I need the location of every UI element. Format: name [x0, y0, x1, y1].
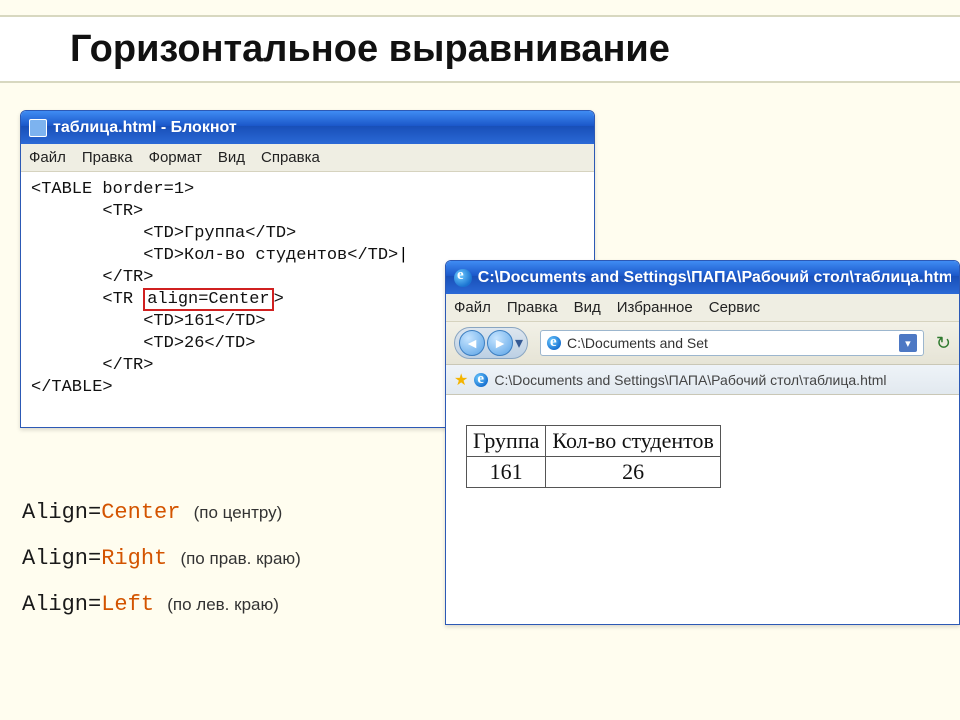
legend-value-left: Left	[101, 592, 154, 617]
ie-menu-view[interactable]: Вид	[574, 299, 601, 316]
ie-menu-favorites[interactable]: Избранное	[617, 299, 693, 316]
table-cell: Кол-во студентов	[546, 426, 720, 457]
table-row: 161 26	[467, 457, 721, 488]
legend-note: (по прав. краю)	[180, 549, 300, 568]
table-row: Группа Кол-во студентов	[467, 426, 721, 457]
back-button[interactable]: ◄	[459, 330, 485, 356]
code-line: <TD>161</TD>	[31, 312, 266, 331]
chevron-down-icon[interactable]: ▾	[515, 333, 523, 353]
notepad-menubar: Файл Правка Формат Вид Справка	[21, 144, 594, 172]
legend-attr: Align=	[22, 500, 101, 525]
legend-note: (по центру)	[194, 503, 283, 522]
ie-window: C:\Documents and Settings\ПАПА\Рабочий с…	[445, 260, 960, 625]
ie-content: Группа Кол-во студентов 161 26	[446, 395, 959, 624]
code-line: <TD>26</TD>	[31, 334, 255, 353]
ie-menu-file[interactable]: Файл	[454, 299, 491, 316]
ie-menu-tools[interactable]: Сервис	[709, 299, 760, 316]
notepad-menu-help[interactable]: Справка	[261, 149, 320, 166]
ie-menu-edit[interactable]: Правка	[507, 299, 558, 316]
rendered-table: Группа Кол-во студентов 161 26	[466, 425, 721, 488]
notepad-title-text: таблица.html - Блокнот	[53, 119, 237, 137]
code-line: >	[274, 290, 284, 309]
code-line: </TR>	[31, 356, 153, 375]
forward-button[interactable]: ►	[487, 330, 513, 356]
ie-toolbar: ◄ ► ▾ C:\Documents and Set ▾ ↻	[446, 322, 959, 365]
ie-titlebar[interactable]: C:\Documents and Settings\ПАПА\Рабочий с…	[446, 261, 959, 294]
notepad-menu-file[interactable]: Файл	[29, 149, 66, 166]
code-line: </TABLE>	[31, 378, 113, 397]
ie-title-text: C:\Documents and Settings\ПАПА\Рабочий с…	[478, 269, 951, 287]
table-cell: 26	[546, 457, 720, 488]
table-cell: Группа	[467, 426, 546, 457]
legend-row-left: Align=Left (по лев. краю)	[22, 582, 301, 628]
legend-attr: Align=	[22, 546, 101, 571]
ie-linkbar: ★ C:\Documents and Settings\ПАПА\Рабочий…	[446, 365, 959, 395]
legend-note: (по лев. краю)	[167, 595, 279, 614]
notepad-titlebar[interactable]: таблица.html - Блокнот	[21, 111, 594, 144]
legend-attr: Align=	[22, 592, 101, 617]
refresh-icon[interactable]: ↻	[936, 333, 951, 354]
ie-icon	[547, 336, 561, 350]
text-cursor: |	[398, 246, 408, 265]
address-bar[interactable]: C:\Documents and Set ▾	[540, 330, 924, 356]
code-line: <TR	[31, 290, 143, 309]
address-text: C:\Documents and Set	[567, 335, 708, 351]
slide-title: Горизонтальное выравнивание	[0, 15, 960, 83]
ie-icon	[474, 373, 488, 387]
address-dropdown-icon[interactable]: ▾	[899, 334, 917, 352]
ie-nav-buttons: ◄ ► ▾	[454, 327, 528, 359]
code-line: <TR>	[31, 202, 143, 221]
legend-value-center: Center	[101, 500, 180, 525]
code-line: <TABLE border=1>	[31, 180, 194, 199]
notepad-menu-view[interactable]: Вид	[218, 149, 245, 166]
legend: Align=Center (по центру) Align=Right (по…	[22, 490, 301, 628]
notepad-menu-edit[interactable]: Правка	[82, 149, 133, 166]
favorites-star-icon[interactable]: ★	[454, 370, 468, 390]
legend-value-right: Right	[101, 546, 167, 571]
notepad-menu-format[interactable]: Формат	[149, 149, 202, 166]
code-line: <TD>Кол-во студентов</TD>	[31, 246, 398, 265]
ie-menubar: Файл Правка Вид Избранное Сервис	[446, 294, 959, 322]
code-line: </TR>	[31, 268, 153, 287]
highlight-align-center: align=Center	[143, 288, 273, 311]
code-line: <TD>Группа</TD>	[31, 224, 296, 243]
legend-row-right: Align=Right (по прав. краю)	[22, 536, 301, 582]
linkbar-text: C:\Documents and Settings\ПАПА\Рабочий с…	[494, 372, 886, 388]
notepad-icon	[29, 119, 47, 137]
ie-icon	[454, 269, 472, 287]
table-cell: 161	[467, 457, 546, 488]
legend-row-center: Align=Center (по центру)	[22, 490, 301, 536]
